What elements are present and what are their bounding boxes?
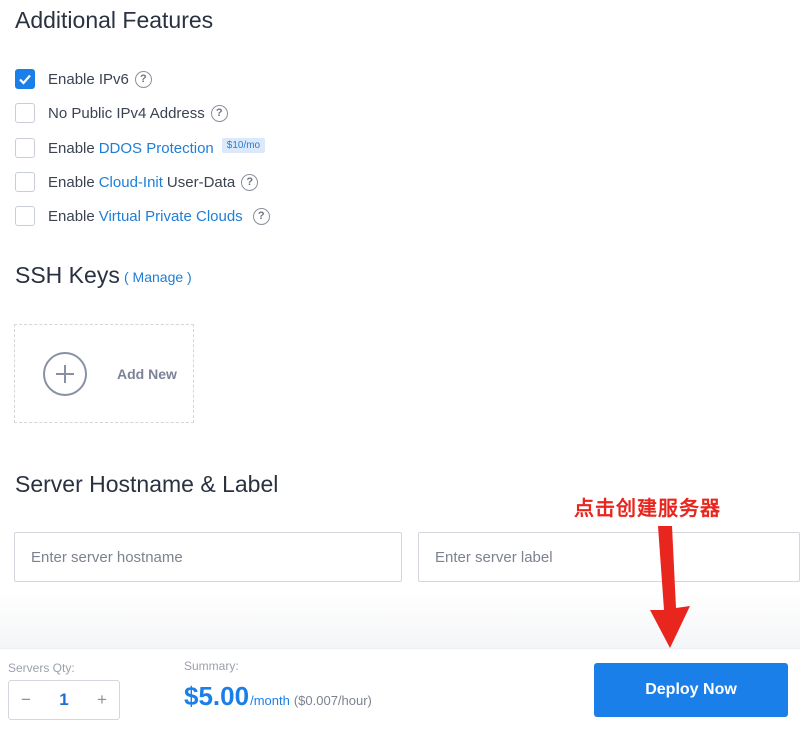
feature-option[interactable]: Enable DDOS Protection $10/mo (15, 137, 266, 159)
annotation-arrow-icon (650, 526, 690, 648)
servers-qty-label: Servers Qty: (8, 661, 75, 675)
feature-option[interactable]: Enable Virtual Private Clouds? (15, 205, 270, 227)
feature-label: No Public IPv4 Address (48, 104, 205, 122)
summary-label: Summary: (184, 659, 239, 673)
feature-link[interactable]: Virtual Private Clouds (99, 208, 243, 225)
feature-label: Enable (48, 173, 95, 191)
feature-checkbox[interactable] (15, 138, 35, 158)
quantity-stepper: − 1 + (8, 680, 120, 720)
feature-option[interactable]: No Public IPv4 Address? (15, 102, 228, 124)
feature-label: Enable (48, 139, 95, 157)
feature-checkbox[interactable] (15, 172, 35, 192)
decrement-button[interactable]: − (19, 690, 33, 710)
help-icon[interactable]: ? (210, 104, 228, 122)
feature-link[interactable]: DDOS Protection (99, 140, 214, 157)
deploy-now-button[interactable]: Deploy Now (594, 663, 788, 717)
feature-checkbox[interactable] (15, 69, 35, 89)
page-title-features: Additional Features (15, 7, 214, 33)
server-label-input[interactable] (418, 532, 800, 582)
feature-checkbox[interactable] (15, 103, 35, 123)
manage-ssh-keys-link[interactable]: ( Manage ) (124, 269, 192, 285)
deploy-footer: Servers Qty: − 1 + Summary: $5.00 /month… (0, 648, 800, 734)
feature-checkbox[interactable] (15, 206, 35, 226)
annotation-text: 点击创建服务器 (574, 496, 721, 520)
increment-button[interactable]: + (95, 690, 109, 710)
quantity-value[interactable]: 1 (59, 690, 68, 710)
feature-link[interactable]: Cloud-Init (99, 174, 163, 191)
add-new-label: Add New (117, 365, 177, 382)
feature-label: Enable IPv6 (48, 70, 129, 88)
monthly-price: $5.00 (184, 681, 250, 711)
feature-option[interactable]: Enable IPv6? (15, 68, 152, 90)
hourly-price: ($0.007/hour) (293, 693, 372, 708)
ssh-keys-title: SSH Keys (15, 262, 120, 288)
help-icon[interactable]: ? (134, 70, 152, 88)
price-summary: $5.00 /month ($0.007/hour) (184, 681, 372, 712)
price-badge: $10/mo (221, 137, 266, 153)
help-icon[interactable]: ? (252, 207, 270, 225)
feature-label: Enable (48, 207, 95, 225)
price-unit: /month (250, 693, 290, 708)
hostname-section-title: Server Hostname & Label (15, 471, 279, 497)
feature-option[interactable]: Enable Cloud-Init User-Data? (15, 171, 259, 193)
help-icon[interactable]: ? (241, 173, 259, 191)
server-hostname-input[interactable] (14, 532, 402, 582)
plus-circle-icon (43, 351, 87, 396)
check-icon (19, 74, 31, 85)
add-ssh-key-button[interactable]: Add New (14, 324, 194, 423)
feature-label-suffix: User-Data (166, 173, 236, 191)
